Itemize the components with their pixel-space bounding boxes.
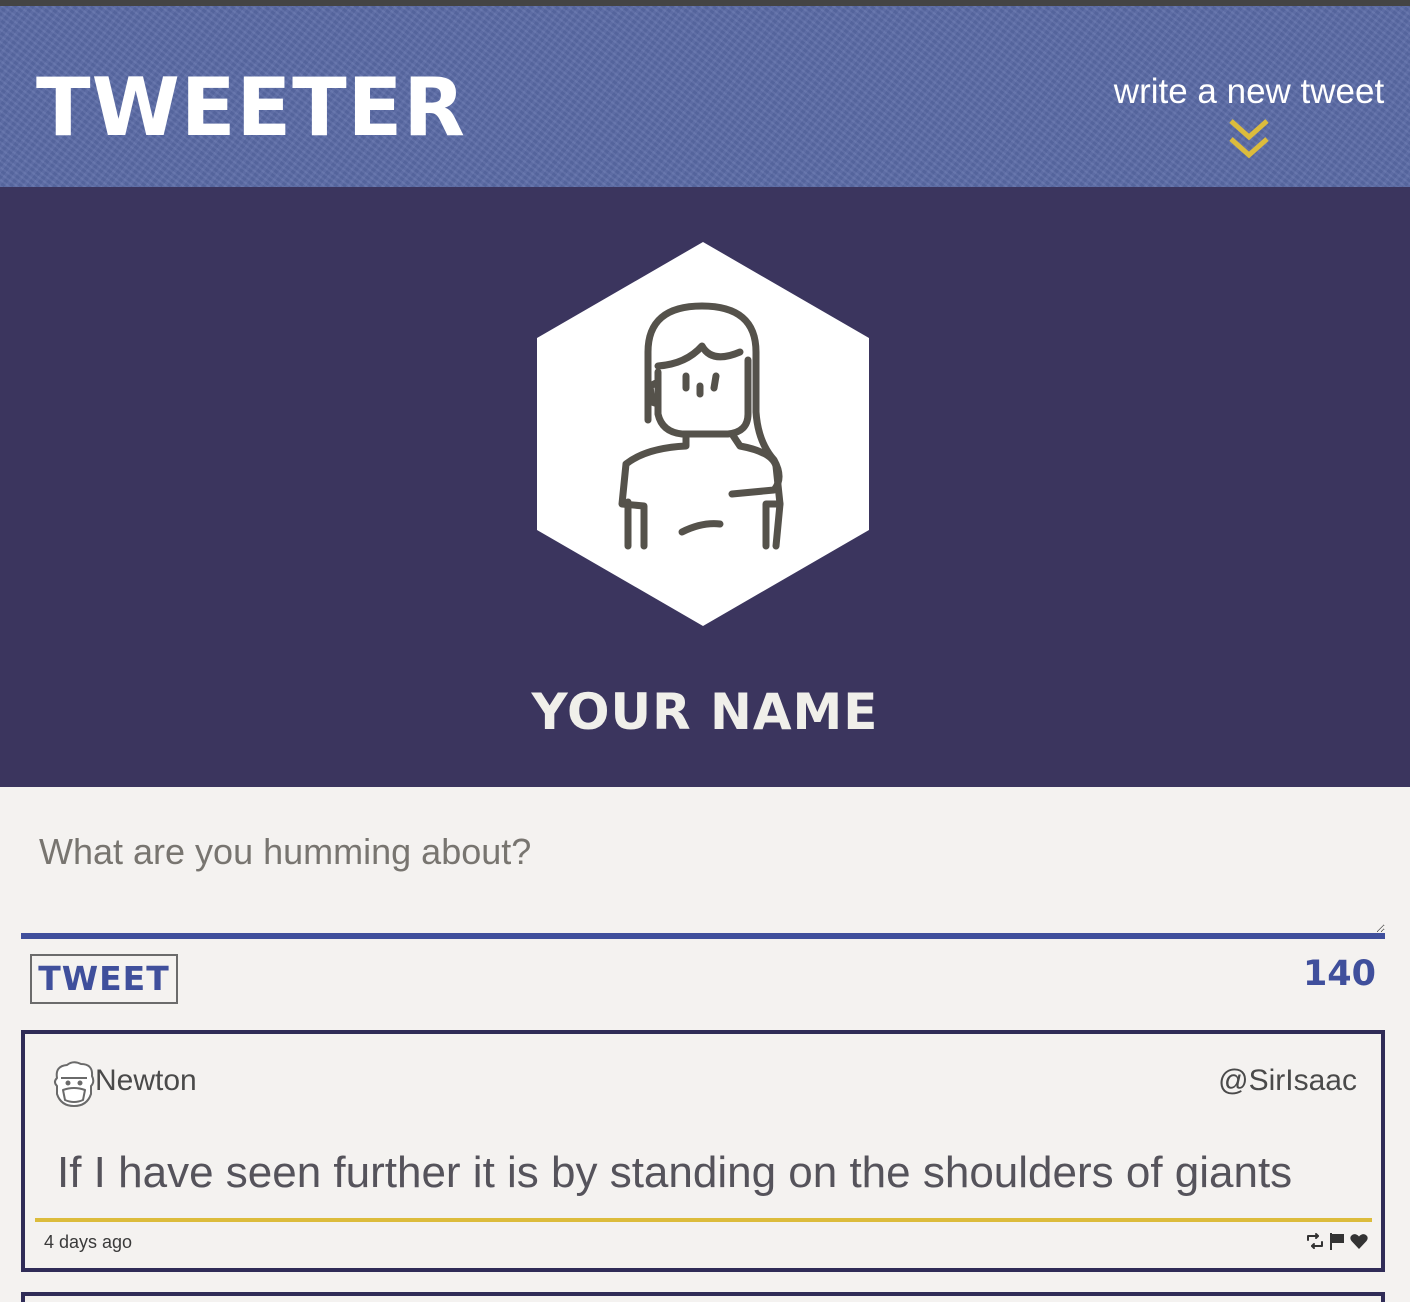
tweet-content: If I have seen further it is by standing…: [57, 1148, 1293, 1197]
tweet-card-partial: [21, 1292, 1385, 1302]
flag-icon[interactable]: [1327, 1231, 1347, 1251]
tweet-author-name: Newton: [95, 1064, 197, 1097]
tweet-timestamp: 4 days ago: [44, 1232, 133, 1252]
char-counter: 140: [1302, 954, 1376, 994]
tweet-divider: [35, 1218, 1372, 1222]
tweet-composer: [21, 805, 1385, 935]
heart-icon[interactable]: [1349, 1231, 1369, 1251]
write-new-tweet-label: write a new tweet: [1113, 72, 1385, 111]
tweet-input[interactable]: [21, 805, 1385, 933]
nav-bar: TWEETER write a new tweet: [0, 6, 1410, 187]
tweet-card: Newton @SirIsaac If I have seen further …: [21, 1030, 1385, 1272]
double-chevron-down-icon: [1229, 119, 1269, 159]
tweet-actions: [1305, 1231, 1369, 1251]
profile-name: YOUR NAME: [531, 683, 879, 741]
tweet-author-handle: @SirIsaac: [1218, 1064, 1357, 1097]
profile-header: YOUR NAME: [0, 187, 1410, 787]
tweet-submit-button[interactable]: TWEET: [30, 954, 178, 1004]
composer-divider: [21, 933, 1385, 939]
write-new-tweet-toggle[interactable]: write a new tweet: [1104, 74, 1394, 174]
woman-avatar-icon: [537, 242, 869, 626]
retweet-icon[interactable]: [1305, 1231, 1325, 1251]
bearded-man-avatar-icon: [54, 1061, 95, 1107]
brand-logo: TWEETER: [36, 61, 466, 154]
